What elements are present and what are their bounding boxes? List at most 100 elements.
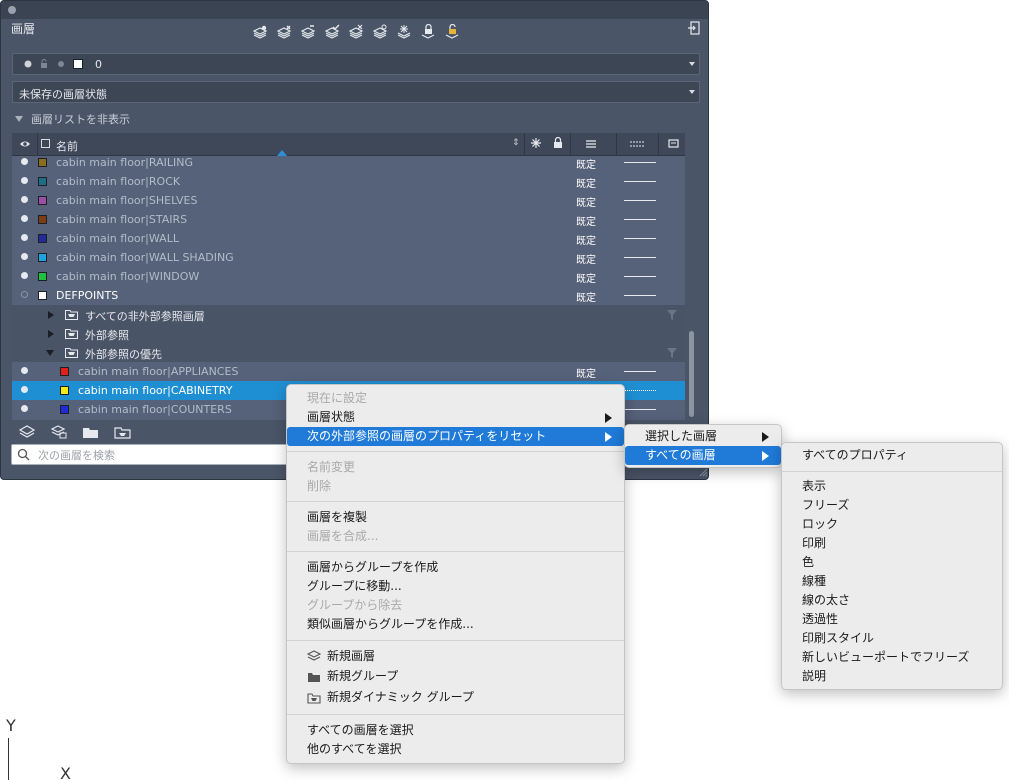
visibility-bulb-icon[interactable] [21, 253, 28, 260]
menu-item-property[interactable]: 印刷スタイル [782, 629, 1002, 648]
layer-state-dropdown[interactable]: 未保存の画層状態 [12, 81, 700, 103]
menu-item-move-to-group[interactable]: グループに移動... [287, 577, 624, 596]
visibility-bulb-icon[interactable] [21, 234, 28, 241]
close-dot-icon[interactable] [8, 6, 16, 14]
table-row[interactable]: DEFPOINTS 既定 [12, 286, 685, 305]
menu-item-property[interactable]: フリーズ [782, 496, 1002, 515]
menu-item-property[interactable]: 線種 [782, 572, 1002, 591]
lock-icon[interactable] [419, 23, 437, 41]
set-current-icon[interactable] [323, 23, 341, 41]
new-layer-icon[interactable] [18, 425, 36, 439]
layer-color-swatch[interactable] [60, 367, 69, 376]
menu-item-all-layers[interactable]: すべての画層 [625, 446, 781, 465]
menu-item-duplicate-layer[interactable]: 画層を複製 [287, 508, 624, 527]
menu-item-property[interactable]: 新しいビューポートでフリーズ [782, 648, 1002, 667]
table-row[interactable]: cabin main floor|WINDOW 既定 [12, 267, 685, 286]
menu-item-new-group[interactable]: 新規グループ [287, 667, 624, 686]
lineweight-line[interactable] [624, 390, 656, 391]
delete-layer-icon[interactable] [299, 23, 317, 41]
expand-down-icon[interactable] [46, 350, 54, 356]
hide-layer-list-toggle[interactable]: 画層リストを非表示 [15, 111, 130, 127]
lineweight-line[interactable] [624, 276, 656, 277]
linetype-label[interactable]: 既定 [576, 156, 596, 171]
group-row[interactable]: 外部参照の優先 [12, 343, 685, 362]
expand-right-icon[interactable] [48, 311, 54, 319]
freeze-icon[interactable] [395, 23, 413, 41]
layer-color-swatch[interactable] [38, 177, 47, 186]
table-scrollbar[interactable] [689, 331, 694, 417]
linetype-label[interactable]: 既定 [576, 365, 596, 380]
isolate-icon[interactable] [347, 23, 365, 41]
search-input[interactable] [38, 447, 288, 463]
table-row[interactable]: cabin main floor|STAIRS 既定 [12, 210, 685, 229]
unisolate-icon[interactable] [371, 23, 389, 41]
table-row[interactable]: cabin main floor|SHELVES 既定 [12, 191, 685, 210]
layer-color-swatch[interactable] [38, 215, 47, 224]
lineweight-line[interactable] [624, 162, 656, 163]
layer-color-swatch[interactable] [38, 272, 47, 281]
menu-item-all-properties[interactable]: すべてのプロパティ [782, 446, 1002, 465]
new-layer-vp-frozen-icon[interactable] [275, 23, 293, 41]
menu-item-group-from-layers[interactable]: 画層からグループを作成 [287, 558, 624, 577]
lineweight-line[interactable] [624, 371, 656, 372]
lineweight-line[interactable] [624, 200, 656, 201]
menu-item-new-dynamic-group[interactable]: 新規ダイナミック グループ [287, 688, 624, 707]
lineweight-line[interactable] [624, 181, 656, 182]
layer-search-box[interactable] [11, 444, 301, 465]
color-column-icon[interactable] [586, 140, 596, 148]
sort-arrows-icon[interactable]: ⇕ [512, 138, 520, 148]
layer-color-swatch[interactable] [38, 158, 47, 167]
lineweight-line[interactable] [624, 295, 656, 296]
table-row[interactable]: cabin main floor|WALL 既定 [12, 229, 685, 248]
menu-item-new-layer[interactable]: 新規画層 [287, 647, 624, 666]
name-column-header[interactable]: 名前 [56, 138, 78, 154]
linetype-label[interactable]: 既定 [576, 232, 596, 247]
menu-item-layer-state[interactable]: 画層状態 [287, 408, 624, 427]
menu-item-property[interactable]: 透過性 [782, 610, 1002, 629]
menu-item-property[interactable]: 線の太さ [782, 591, 1002, 610]
visibility-bulb-icon[interactable] [21, 177, 28, 184]
visibility-bulb-icon[interactable] [21, 386, 28, 393]
current-layer-dropdown[interactable]: 0 [12, 53, 700, 75]
visibility-bulb-icon[interactable] [21, 367, 28, 374]
layer-color-swatch[interactable] [38, 253, 47, 262]
menu-item-property[interactable]: 印刷 [782, 534, 1002, 553]
new-dynamic-group-icon[interactable] [114, 425, 132, 439]
visibility-bulb-icon[interactable] [21, 196, 28, 203]
exit-icon[interactable] [687, 21, 701, 35]
layer-color-swatch[interactable] [60, 405, 69, 414]
menu-item-select-all-others[interactable]: 他のすべてを選択 [287, 740, 624, 759]
resize-grip-icon[interactable] [698, 467, 708, 477]
layer-color-swatch[interactable] [60, 386, 69, 395]
layer-color-swatch[interactable] [38, 196, 47, 205]
new-layer-icon[interactable] [251, 23, 269, 41]
layer-color-swatch[interactable] [38, 291, 47, 300]
menu-item-group-from-similar[interactable]: 類似画層からグループを作成... [287, 615, 624, 634]
lineweight-line[interactable] [624, 257, 656, 258]
palette-titlebar[interactable] [1, 1, 708, 19]
linetype-column-icon[interactable] [630, 141, 644, 147]
layer-color-swatch[interactable] [38, 234, 47, 243]
eye-icon[interactable] [19, 139, 31, 149]
menu-item-property[interactable]: 色 [782, 553, 1002, 572]
lineweight-line[interactable] [624, 238, 656, 239]
table-row[interactable]: cabin main floor|RAILING 既定 [12, 153, 685, 172]
lineweight-line[interactable] [624, 219, 656, 220]
table-row[interactable]: cabin main floor|ROCK 既定 [12, 172, 685, 191]
menu-item-merge-layers[interactable]: 画層を合成... [287, 527, 624, 546]
new-group-folder-icon[interactable] [82, 425, 100, 439]
plot-column-icon[interactable] [668, 138, 679, 149]
table-row[interactable]: cabin main floor|WALL SHADING 既定 [12, 248, 685, 267]
menu-item-select-all-layers[interactable]: すべての画層を選択 [287, 721, 624, 740]
menu-item-property[interactable]: 表示 [782, 477, 1002, 496]
visibility-bulb-icon[interactable] [21, 405, 28, 412]
visibility-bulb-icon[interactable] [21, 158, 28, 165]
linetype-label[interactable]: 既定 [576, 175, 596, 190]
group-row[interactable]: 外部参照 [12, 324, 685, 343]
group-row[interactable]: すべての非外部参照画層 [12, 305, 685, 324]
menu-item-rename[interactable]: 名前変更 [287, 458, 624, 477]
menu-item-remove-from-group[interactable]: グループから除去 [287, 596, 624, 615]
menu-item-reset-xref-props[interactable]: 次の外部参照の画層のプロパティをリセット [287, 427, 624, 446]
visibility-bulb-icon[interactable] [21, 272, 28, 279]
menu-item-selected-layers[interactable]: 選択した画層 [625, 427, 781, 446]
